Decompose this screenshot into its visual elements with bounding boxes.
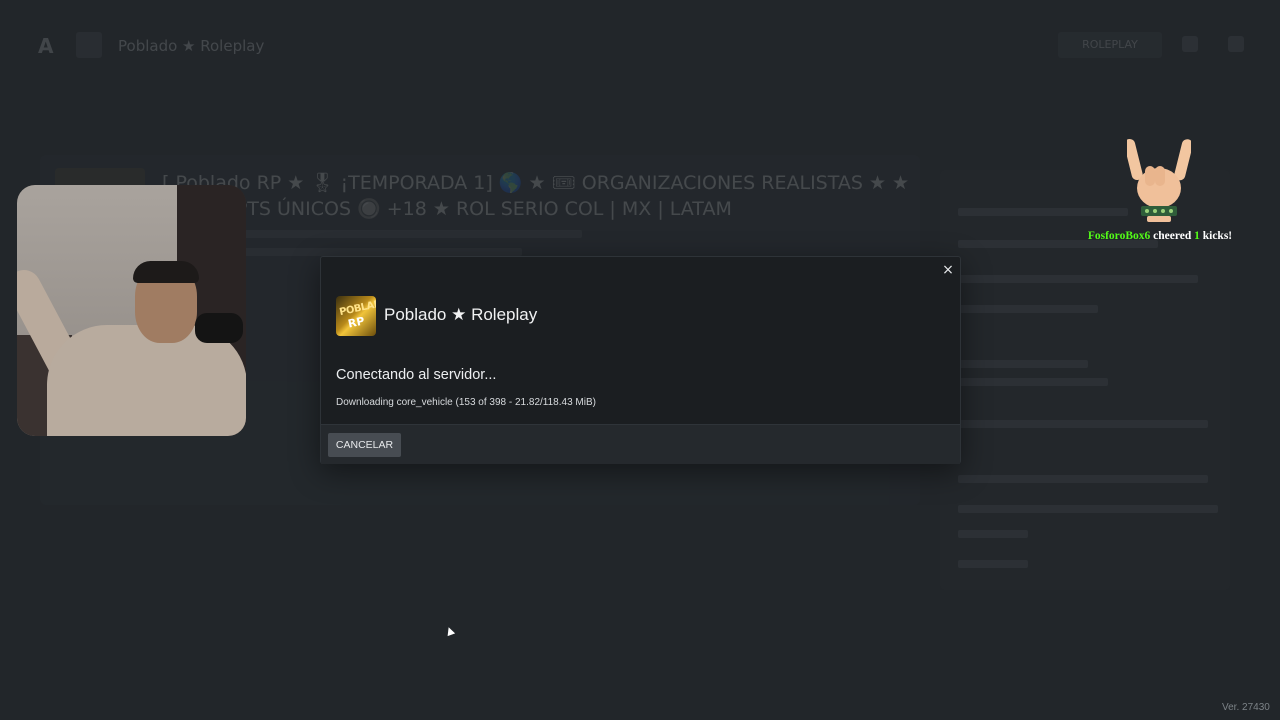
side-row [958, 275, 1198, 283]
side-row [958, 530, 1028, 538]
version-label: Ver. 27430 [1222, 702, 1270, 713]
cheer-user: FosforoBox6 [1087, 230, 1151, 242]
header-title: Poblado ★ Roleplay [118, 37, 265, 55]
download-progress: Downloading core_vehicle (153 of 398 - 2… [336, 397, 596, 408]
dialog-footer: CANCELAR [321, 424, 960, 464]
cheer-alert: FosforoBox6 cheered 1 kicks! [1085, 136, 1235, 246]
page: A Poblado ★ Roleplay ROLEPLAY [ Poblado … [0, 0, 1280, 720]
connection-status: Conectando al servidor... [336, 367, 497, 383]
nav-back-button[interactable] [76, 32, 102, 58]
side-row [958, 305, 1098, 313]
side-row [958, 420, 1208, 428]
cheer-unit: kicks! [1202, 230, 1233, 242]
side-row [958, 505, 1218, 513]
top-bar: A Poblado ★ Roleplay ROLEPLAY [0, 0, 1280, 90]
microphone [195, 313, 243, 343]
side-row [958, 378, 1108, 386]
webcam-overlay [17, 185, 246, 436]
server-title: [ Poblado RP ★ 🎖 ¡TEMPORADA 1] 🌎 ★ 🎟 ORG… [162, 172, 910, 220]
connection-dialog: × POBLADO RP Poblado ★ Roleplay Conectan… [320, 256, 961, 464]
header-button[interactable]: ROLEPLAY [1058, 32, 1162, 58]
cheer-count: 1 [1194, 230, 1200, 242]
side-row [958, 475, 1208, 483]
app-logo: A [38, 34, 54, 58]
close-icon[interactable]: × [940, 262, 956, 278]
server-name: Poblado ★ Roleplay [384, 305, 538, 324]
profile-icon[interactable] [1228, 36, 1244, 52]
cancel-button[interactable]: CANCELAR [328, 433, 401, 457]
side-row [958, 560, 1028, 568]
rock-hand-icon [1127, 138, 1191, 222]
cheer-message: FosforoBox6 cheered 1 kicks! [1085, 230, 1235, 242]
side-row [958, 360, 1088, 368]
server-logo: POBLADO RP [336, 296, 376, 336]
settings-icon[interactable] [1182, 36, 1198, 52]
cheer-verb: cheered [1153, 230, 1192, 242]
